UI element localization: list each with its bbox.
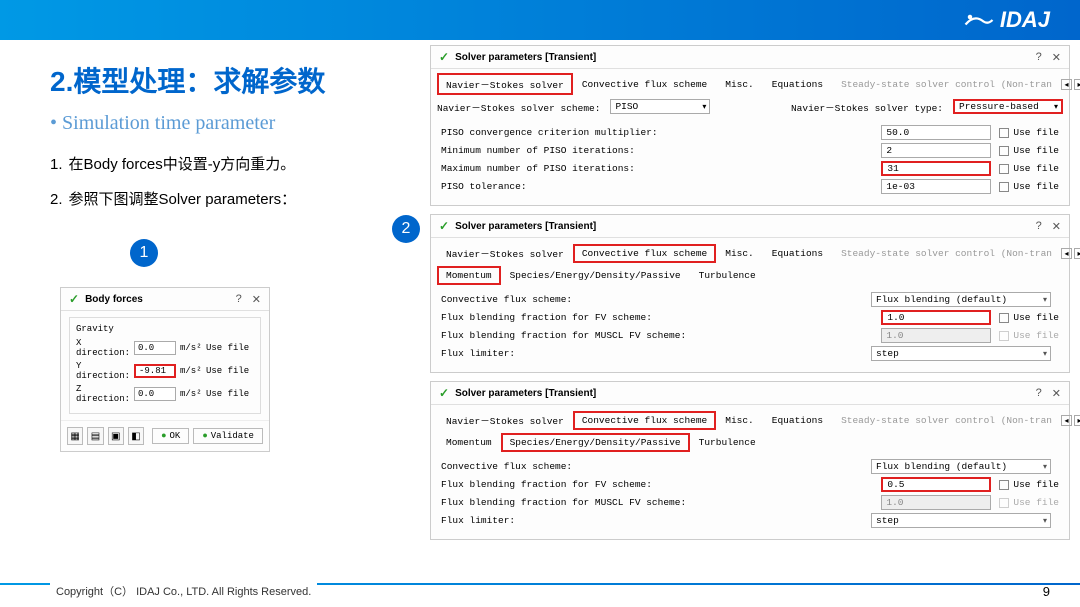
tab-misc[interactable]: Misc. — [716, 244, 763, 263]
help-button[interactable]: ? — [1036, 51, 1042, 63]
page-title: 2.模型处理：求解参数 — [50, 60, 410, 100]
tab-steady[interactable]: Steady-state solver control (Non-tran — [832, 411, 1061, 430]
usefile-cb[interactable] — [999, 128, 1009, 138]
solver-panel-1: ✓ Solver parameters [Transient] ? ✕ Navi… — [430, 45, 1070, 206]
footer: Copyright（C） IDAJ Co., LTD. All Rights R… — [0, 575, 1080, 607]
check-icon: ✓ — [439, 50, 449, 64]
tab-steady[interactable]: Steady-state solver control (Non-tran — [832, 244, 1061, 263]
solver-scheme-select[interactable]: PISO — [610, 99, 710, 114]
copyright: Copyright（C） IDAJ Co., LTD. All Rights R… — [50, 581, 317, 601]
subtab-species[interactable]: Species/Energy/Density/Passive — [501, 266, 690, 285]
gravity-label: Gravity — [76, 324, 254, 334]
close-button[interactable]: ✕ — [1052, 51, 1061, 64]
help-button[interactable]: ? — [1036, 220, 1042, 232]
toolbar-icon-1[interactable]: ▦ — [67, 427, 83, 445]
piso-max-input[interactable]: 31 — [881, 161, 991, 176]
gravity-x-input[interactable]: 0.0 — [134, 341, 176, 355]
gravity-z-input[interactable]: 0.0 — [134, 387, 176, 401]
validate-button[interactable]: ●Validate — [193, 428, 263, 444]
toolbar-icon-4[interactable]: ◧ — [128, 427, 144, 445]
bf-title: Body forces — [85, 294, 226, 305]
tab-equations[interactable]: Equations — [763, 244, 832, 263]
flux-blend-muscl-input: 1.0 — [881, 495, 991, 510]
tab-right-icon[interactable]: ▸ — [1074, 248, 1080, 259]
piso-conv-input[interactable]: 50.0 — [881, 125, 991, 140]
flux-blend-muscl-input: 1.0 — [881, 328, 991, 343]
gravity-y-row: Y direction: -9.81 m/s² Use file — [76, 361, 254, 381]
body-forces-panel: ✓ Body forces ? ✕ Gravity X direction: 0… — [60, 287, 270, 452]
check-icon: ✓ — [69, 292, 79, 306]
usefile-cb[interactable] — [999, 480, 1009, 490]
top-bar: IDAJ — [0, 0, 1080, 40]
tab-convective[interactable]: Convective flux scheme — [573, 411, 716, 430]
flux-blend-fv-input[interactable]: 1.0 — [881, 310, 991, 325]
tab-steady[interactable]: Steady-state solver control (Non-tran — [832, 75, 1061, 94]
ok-button[interactable]: ●OK — [152, 428, 189, 444]
gravity-z-row: Z direction: 0.0 m/s² Use file — [76, 384, 254, 404]
tab-left-icon[interactable]: ◂ — [1061, 415, 1072, 426]
tab-misc[interactable]: Misc. — [716, 75, 763, 94]
gravity-y-input[interactable]: -9.81 — [134, 364, 176, 378]
gravity-x-row: X direction: 0.0 m/s² Use file — [76, 338, 254, 358]
logo-text: IDAJ — [1000, 7, 1050, 33]
subtab-momentum[interactable]: Momentum — [437, 266, 501, 285]
subtab-momentum[interactable]: Momentum — [437, 433, 501, 452]
tab-ns-solver[interactable]: Navier－Stokes solver — [437, 409, 573, 431]
tab-left-icon[interactable]: ◂ — [1061, 248, 1072, 259]
step-1: 1.在Body forces中设置-y方向重力。 — [50, 153, 410, 174]
close-button[interactable]: ✕ — [252, 293, 261, 306]
subtitle: Simulation time parameter — [50, 112, 410, 135]
page-number: 9 — [1043, 584, 1050, 599]
tab-convective[interactable]: Convective flux scheme — [573, 75, 716, 94]
tab-right-icon[interactable]: ▸ — [1074, 415, 1080, 426]
tab-equations[interactable]: Equations — [763, 75, 832, 94]
conv-scheme-select[interactable]: Flux blending (default) — [871, 459, 1051, 474]
tab-equations[interactable]: Equations — [763, 411, 832, 430]
subtab-turbulence[interactable]: Turbulence — [690, 433, 765, 452]
close-button[interactable]: ✕ — [1052, 387, 1061, 400]
help-button[interactable]: ? — [1036, 387, 1042, 399]
usefile-cb[interactable] — [999, 164, 1009, 174]
flux-limiter-select[interactable]: step — [871, 346, 1051, 361]
subtab-species[interactable]: Species/Energy/Density/Passive — [501, 433, 690, 452]
tab-ns-solver[interactable]: Navier－Stokes solver — [437, 242, 573, 264]
tab-convective[interactable]: Convective flux scheme — [573, 244, 716, 263]
piso-tol-input[interactable]: 1e-03 — [881, 179, 991, 194]
tab-left-icon[interactable]: ◂ — [1061, 79, 1072, 90]
tab-ns-solver[interactable]: Navier－Stokes solver — [437, 73, 573, 95]
usefile-cb[interactable] — [999, 146, 1009, 156]
usefile-cb — [999, 331, 1009, 341]
piso-min-input[interactable]: 2 — [881, 143, 991, 158]
marker-1: 1 — [130, 239, 158, 267]
close-button[interactable]: ✕ — [1052, 220, 1061, 233]
usefile-cb — [999, 498, 1009, 508]
toolbar-icon-3[interactable]: ▣ — [108, 427, 124, 445]
usefile-cb[interactable] — [999, 182, 1009, 192]
solver-panel-3: ✓ Solver parameters [Transient] ? ✕ Navi… — [430, 381, 1070, 540]
check-icon: ✓ — [439, 386, 449, 400]
flux-limiter-select[interactable]: step — [871, 513, 1051, 528]
step-2: 2.参照下图调整Solver parameters： — [50, 188, 410, 209]
toolbar-icon-2[interactable]: ▤ — [87, 427, 103, 445]
brand-logo: IDAJ — [964, 7, 1050, 33]
tab-misc[interactable]: Misc. — [716, 411, 763, 430]
subtab-turbulence[interactable]: Turbulence — [690, 266, 765, 285]
usefile-cb[interactable] — [999, 313, 1009, 323]
solver-panel-2: ✓ Solver parameters [Transient] ? ✕ Navi… — [430, 214, 1070, 373]
help-button[interactable]: ? — [236, 293, 242, 305]
check-icon: ✓ — [439, 219, 449, 233]
flux-blend-fv-input[interactable]: 0.5 — [881, 477, 991, 492]
conv-scheme-select[interactable]: Flux blending (default) — [871, 292, 1051, 307]
logo-swoosh-icon — [964, 10, 994, 30]
marker-2: 2 — [392, 215, 420, 243]
tab-right-icon[interactable]: ▸ — [1074, 79, 1080, 90]
solver-type-select[interactable]: Pressure-based — [953, 99, 1063, 114]
